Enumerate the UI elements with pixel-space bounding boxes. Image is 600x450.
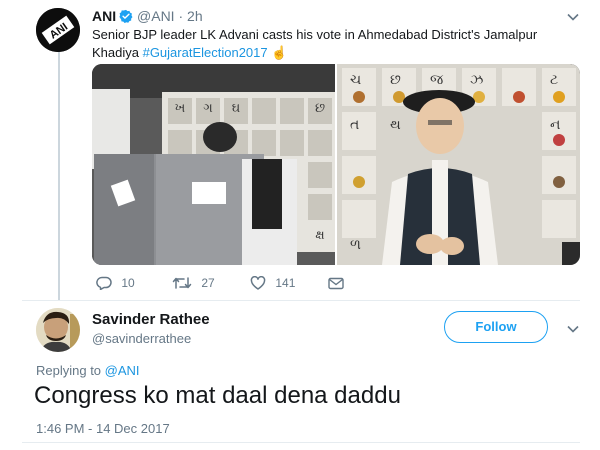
- svg-text:ન: ન: [550, 116, 560, 132]
- tweet-media[interactable]: ખ ગ ઘ છ ક્ષ ચ છ જ ઝ ટ ત થ ન ળ: [92, 64, 580, 265]
- tweet-divider: [22, 300, 580, 301]
- author-name[interactable]: ANI: [92, 8, 116, 24]
- reply-text: Congress ko mat daal dena daddu: [34, 382, 401, 409]
- pointing-up-emoji-icon: ☝: [271, 45, 288, 60]
- retweet-icon: [172, 276, 192, 290]
- avatar-photo: [36, 308, 80, 352]
- svg-text:થ: થ: [390, 116, 401, 132]
- reply-menu-chevron-down-icon[interactable]: [567, 322, 579, 336]
- reply-timestamp[interactable]: 1:46 PM - 14 Dec 2017: [36, 421, 170, 436]
- retweet-action[interactable]: 27: [172, 276, 215, 290]
- meta-separator: ·: [178, 8, 184, 24]
- retweet-count: 27: [201, 276, 215, 290]
- svg-text:ગ: ગ: [203, 100, 213, 115]
- reply-count: 10: [121, 276, 135, 290]
- svg-text:ત: ત: [350, 116, 359, 132]
- svg-text:જ: જ: [430, 71, 444, 87]
- svg-text:ળ: ળ: [350, 236, 361, 252]
- like-count: 141: [275, 276, 296, 290]
- verified-badge-icon: [119, 9, 133, 26]
- tweet-text: Senior BJP leader LK Advani casts his vo…: [92, 26, 547, 62]
- tweet-photo: ખ ગ ઘ છ ક્ષ ચ છ જ ઝ ટ ત થ ન ળ: [92, 64, 580, 265]
- hashtag-link[interactable]: #GujaratElection2017: [143, 45, 268, 60]
- author-handle[interactable]: @ANI: [137, 8, 175, 24]
- ani-logo-icon: ANI: [36, 8, 80, 52]
- direct-message-action[interactable]: [328, 276, 344, 290]
- reply-author-avatar[interactable]: [36, 308, 80, 352]
- reply-icon: [96, 276, 112, 291]
- thread-line: [58, 50, 60, 300]
- like-action[interactable]: 141: [250, 275, 296, 290]
- replying-to: Replying to @ANI: [36, 363, 140, 378]
- reply-action[interactable]: 10: [96, 276, 135, 291]
- follow-button[interactable]: Follow: [444, 311, 548, 343]
- svg-text:ટ: ટ: [550, 71, 558, 87]
- replying-to-handle[interactable]: @ANI: [105, 363, 140, 378]
- svg-text:છ: છ: [390, 71, 401, 87]
- ani-avatar[interactable]: ANI: [36, 8, 80, 52]
- svg-text:છ: છ: [315, 100, 325, 115]
- svg-text:ક્ષ: ક્ષ: [315, 227, 324, 242]
- heart-icon: [250, 275, 266, 290]
- reply-author-handle[interactable]: @savinderrathee: [92, 331, 191, 346]
- replying-to-label: Replying to: [36, 363, 102, 378]
- svg-text:ચ: ચ: [350, 71, 361, 87]
- tweet-menu-chevron-down-icon[interactable]: [567, 10, 579, 24]
- reply-author-name[interactable]: Savinder Rathee: [92, 311, 210, 328]
- svg-text:ખ: ખ: [175, 100, 186, 115]
- svg-text:ઘ: ઘ: [232, 100, 241, 115]
- svg-text:ઝ: ઝ: [470, 71, 483, 87]
- envelope-icon: [328, 276, 344, 290]
- tweet-time[interactable]: 2h: [187, 8, 203, 24]
- bottom-divider: [22, 442, 580, 443]
- tweet-header: ANI @ANI · 2h: [92, 8, 203, 26]
